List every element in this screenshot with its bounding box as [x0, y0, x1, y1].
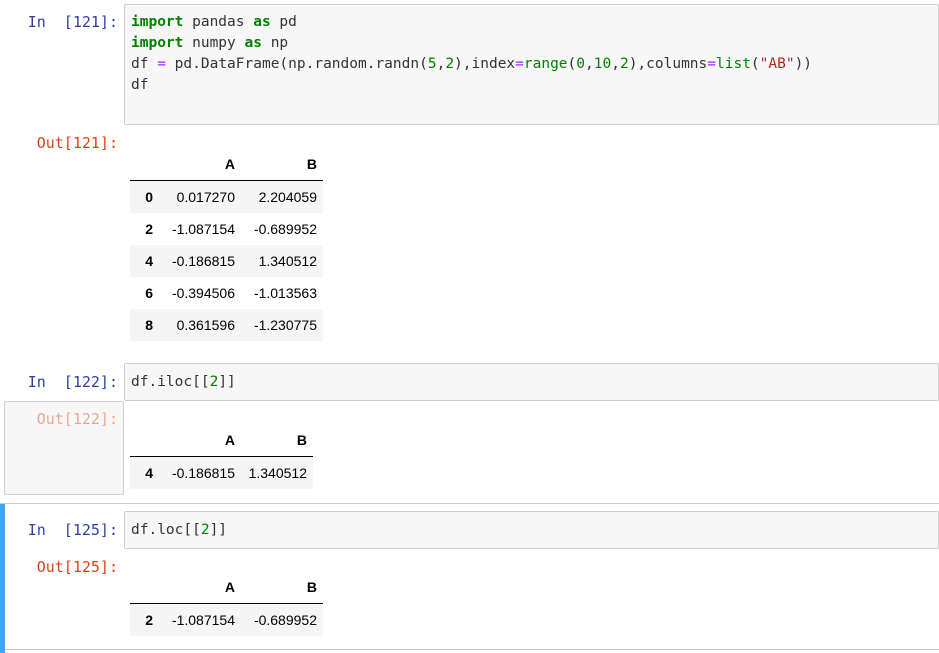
code-input[interactable]: df.iloc[[2]] [124, 363, 939, 401]
table-cell: -0.186815 [171, 465, 235, 481]
table-row: 2 -1.087154 -0.689952 [130, 213, 323, 245]
in-prompt: In [125]: [27, 521, 118, 539]
code-line: import numpy as np [131, 35, 289, 51]
table-cell: -0.689952 [253, 612, 317, 628]
table-cell: 1.340512 [248, 465, 307, 481]
row-index: 0 [145, 189, 153, 205]
column-header: A [159, 424, 241, 457]
code-line: df [131, 77, 149, 93]
code-input[interactable]: df.loc[[2]] [124, 511, 939, 549]
out-prompt: Out[121]: [36, 134, 118, 152]
table-row: 4 -0.186815 1.340512 [130, 456, 313, 489]
table-cell: 0.017270 [176, 189, 235, 205]
column-header: B [241, 148, 323, 181]
table-cell: -0.186815 [171, 253, 235, 269]
cell-divider [0, 503, 939, 504]
table-cell: -1.230775 [253, 317, 317, 333]
row-index: 4 [145, 465, 153, 481]
table-cell: -1.087154 [171, 612, 235, 628]
cell-divider [5, 649, 939, 650]
dataframe-output: A B 0 0.017270 2.204059 2 -1.087154 -0.6… [130, 148, 323, 341]
dataframe-output: A B 4 -0.186815 1.340512 [130, 424, 313, 489]
code-line: df.iloc[[2]] [131, 374, 236, 390]
table-row: 8 0.361596 -1.230775 [130, 309, 323, 341]
code-line: df.loc[[2]] [131, 522, 228, 538]
code-line: import pandas as pd [131, 14, 297, 30]
row-index: 6 [145, 285, 153, 301]
table-cell: 1.340512 [258, 253, 317, 269]
table-row: 6 -0.394506 -1.013563 [130, 277, 323, 309]
table-cell: -0.689952 [253, 221, 317, 237]
column-header: A [159, 571, 241, 604]
table-row: 0 0.017270 2.204059 [130, 180, 323, 213]
in-prompt: In [121]: [27, 13, 118, 31]
table-cell: 2.204059 [258, 189, 317, 205]
table-row: 4 -0.186815 1.340512 [130, 245, 323, 277]
dataframe-output: A B 2 -1.087154 -0.689952 [130, 571, 323, 636]
table-cell: 0.361596 [176, 317, 235, 333]
table-cell: -0.394506 [171, 285, 235, 301]
out-prompt: Out[125]: [36, 558, 118, 576]
selected-cell-indicator [0, 504, 5, 653]
column-header: A [159, 148, 241, 181]
table-cell: -1.013563 [253, 285, 317, 301]
row-index: 8 [145, 317, 153, 333]
column-header: B [241, 571, 323, 604]
table-row: 2 -1.087154 -0.689952 [130, 603, 323, 636]
out-prompt: Out[122]: [36, 410, 118, 428]
code-line: df = pd.DataFrame(np.random.randn(5,2),i… [131, 56, 813, 72]
row-index: 2 [145, 221, 153, 237]
row-index: 4 [145, 253, 153, 269]
table-cell: -1.087154 [171, 221, 235, 237]
row-index: 2 [145, 612, 153, 628]
in-prompt: In [122]: [27, 373, 118, 391]
code-input[interactable]: import pandas as pd import numpy as np d… [124, 4, 939, 125]
column-header: B [241, 424, 313, 457]
